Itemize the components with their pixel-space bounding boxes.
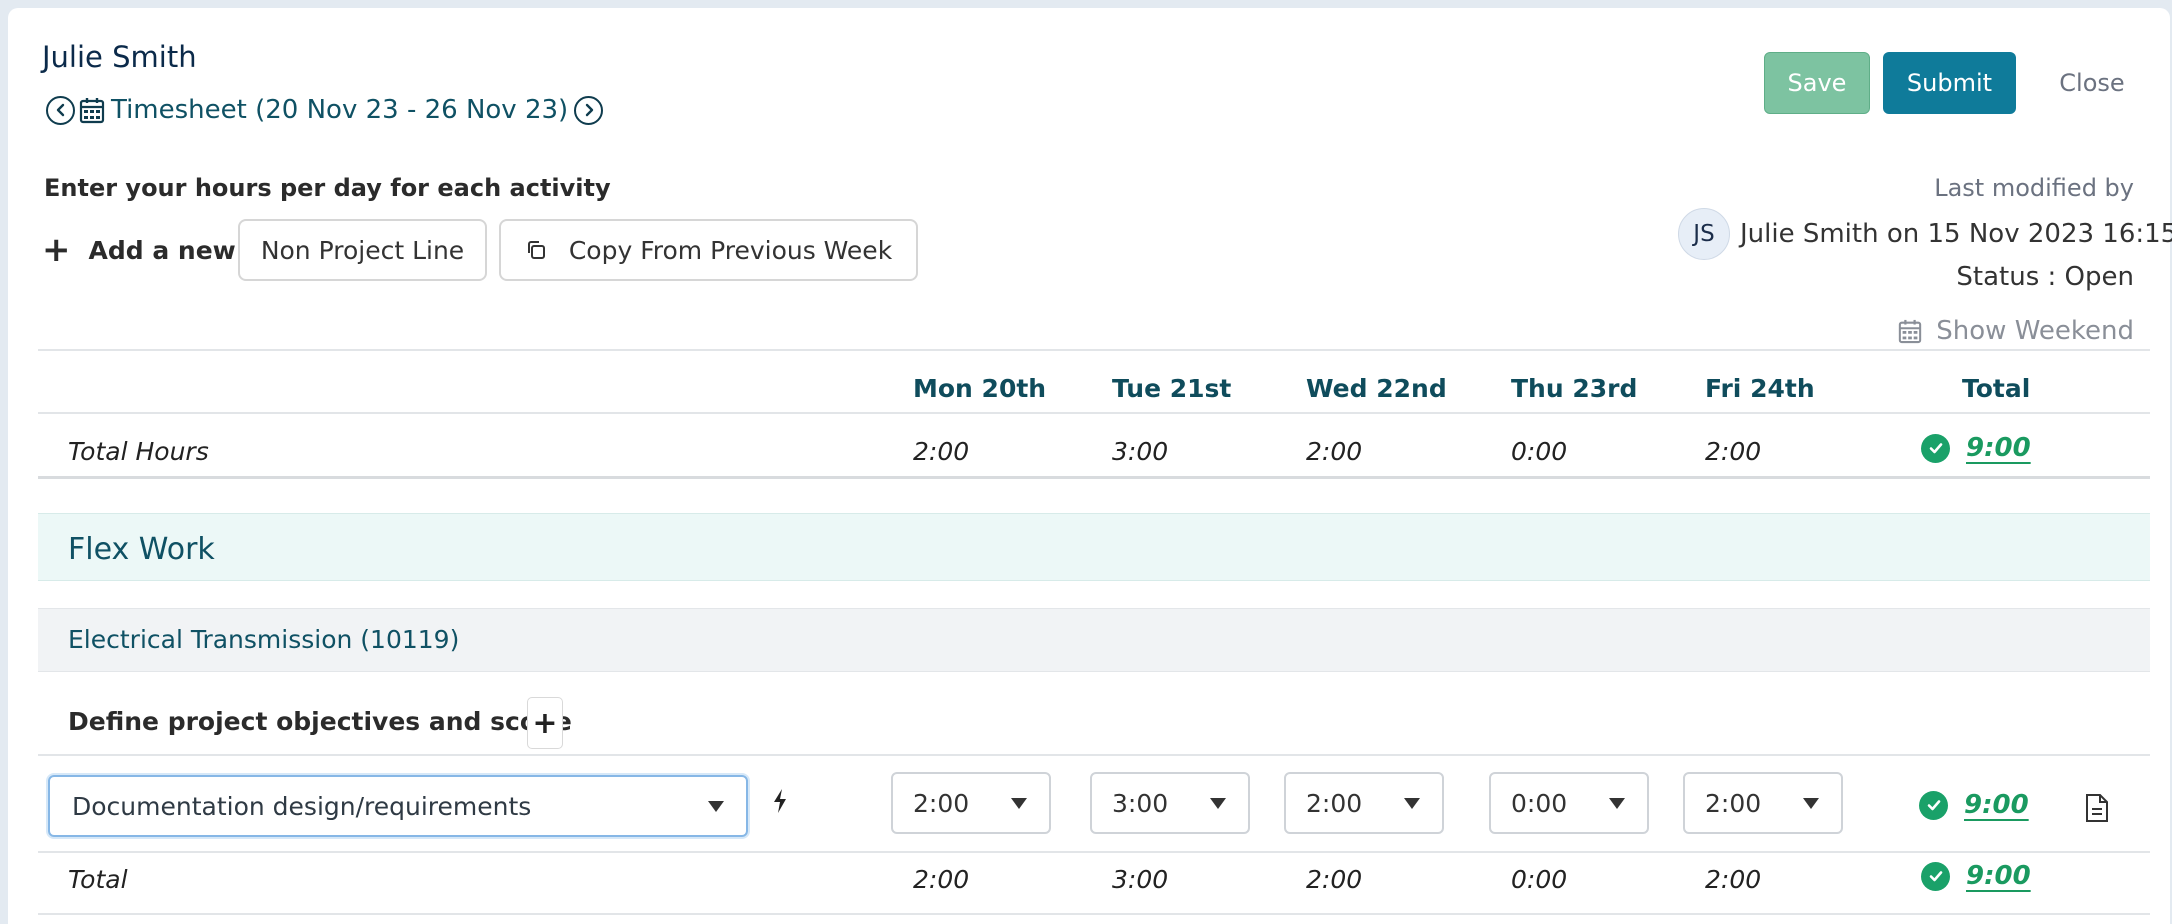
total-hours-tue: 3:00 (1112, 437, 1169, 466)
avatar: JS (1678, 208, 1730, 260)
hours-select-tue[interactable]: 3:00 (1090, 772, 1250, 834)
timesheet-period: Timesheet (20 Nov 23 - 26 Nov 23) (46, 94, 604, 126)
hours-select-thu[interactable]: 0:00 (1489, 772, 1649, 834)
hours-select-fri[interactable]: 2:00 (1683, 772, 1843, 834)
save-button[interactable]: Save (1764, 52, 1870, 114)
check-circle-icon (1921, 433, 1950, 463)
column-header-fri: Fri 24th (1705, 374, 1815, 403)
total-hours-label: Total Hours (68, 437, 209, 466)
total-hours-wed: 2:00 (1306, 437, 1363, 466)
copy-icon (525, 239, 547, 261)
total-hours-mon: 2:00 (913, 437, 970, 466)
hours-value: 0:00 (1511, 788, 1568, 818)
chevron-down-icon (708, 801, 724, 812)
divider (38, 349, 2150, 351)
document-icon[interactable] (2084, 793, 2110, 823)
footer-total-thu: 0:00 (1511, 865, 1568, 894)
status-text: Status : Open (1956, 262, 2134, 292)
copy-previous-week-button[interactable]: Copy From Previous Week (499, 219, 918, 281)
show-weekend-toggle[interactable]: Show Weekend (1898, 316, 2134, 346)
hours-value: 3:00 (1112, 788, 1169, 818)
chevron-down-icon (1404, 798, 1420, 809)
hours-select-mon[interactable]: 2:00 (891, 772, 1051, 834)
activity-select[interactable]: Documentation design/requirements (48, 775, 748, 837)
footer-total-tue: 3:00 (1112, 865, 1169, 894)
copy-previous-week-label: Copy From Previous Week (568, 235, 893, 265)
check-circle-icon (1921, 861, 1950, 891)
group-title: Flex Work (68, 532, 215, 567)
chevron-down-icon (1011, 798, 1027, 809)
total-hours-fri: 2:00 (1705, 437, 1762, 466)
add-new-text: Add a new (88, 235, 236, 265)
column-header-thu: Thu 23rd (1511, 374, 1638, 403)
project-title: Electrical Transmission (10119) (68, 625, 460, 654)
task-title: Define project objectives and scope (68, 707, 572, 736)
footer-total-sum-value[interactable]: 9:00 (1966, 861, 2031, 891)
total-hours-sum: 9:00 (1921, 433, 2031, 463)
user-name: Julie Smith (42, 40, 197, 74)
footer-total-wed: 2:00 (1306, 865, 1363, 894)
calendar-icon (1898, 318, 1922, 344)
total-hours-sum-value[interactable]: 9:00 (1966, 433, 2031, 463)
chevron-down-icon (1210, 798, 1226, 809)
footer-total-mon: 2:00 (913, 865, 970, 894)
hours-select-wed[interactable]: 2:00 (1284, 772, 1444, 834)
timesheet-dialog: Julie Smith Timesheet (20 Nov 23 - 26 No… (8, 8, 2172, 924)
activity-sum-value[interactable]: 9:00 (1964, 790, 2029, 820)
divider (38, 754, 2150, 756)
add-new-label: + Add a new (42, 230, 236, 270)
group-header: Flex Work (38, 513, 2150, 581)
plus-icon: + (42, 230, 71, 270)
timesheet-label: Timesheet (20 Nov 23 - 26 Nov 23) (111, 95, 569, 125)
total-hours-thu: 0:00 (1511, 437, 1568, 466)
footer-total-fri: 2:00 (1705, 865, 1762, 894)
activity-select-value: Documentation design/requirements (72, 791, 532, 821)
footer-total-label: Total (68, 865, 128, 894)
column-header-total: Total (1962, 374, 2031, 403)
project-header: Electrical Transmission (10119) (38, 608, 2150, 672)
chevron-down-icon (1803, 798, 1819, 809)
check-circle-icon (1919, 790, 1948, 820)
column-header-wed: Wed 22nd (1306, 374, 1447, 403)
footer-total-sum: 9:00 (1921, 861, 2031, 891)
non-project-line-button[interactable]: Non Project Line (238, 219, 487, 281)
bolt-icon[interactable] (772, 788, 788, 814)
divider (38, 913, 2150, 915)
hours-value: 2:00 (913, 788, 970, 818)
submit-button[interactable]: Submit (1883, 52, 2016, 114)
activity-sum: 9:00 (1919, 790, 2029, 820)
chevron-down-icon (1609, 798, 1625, 809)
divider (38, 412, 2150, 414)
hours-value: 2:00 (1306, 788, 1363, 818)
column-header-tue: Tue 21st (1112, 374, 1232, 403)
previous-week-icon[interactable] (46, 95, 75, 125)
divider (38, 851, 2150, 853)
last-modified-value: Julie Smith on 15 Nov 2023 16:15 (1740, 219, 2172, 249)
add-activity-button[interactable]: + (527, 697, 563, 749)
column-header-mon: Mon 20th (913, 374, 1047, 403)
close-button[interactable]: Close (2034, 52, 2150, 114)
calendar-icon (79, 96, 105, 124)
hours-value: 2:00 (1705, 788, 1762, 818)
instructions-text: Enter your hours per day for each activi… (44, 174, 611, 202)
last-modified-label: Last modified by (1934, 174, 2134, 202)
next-week-icon[interactable] (574, 95, 604, 125)
divider (38, 476, 2150, 479)
show-weekend-label: Show Weekend (1936, 316, 2134, 346)
